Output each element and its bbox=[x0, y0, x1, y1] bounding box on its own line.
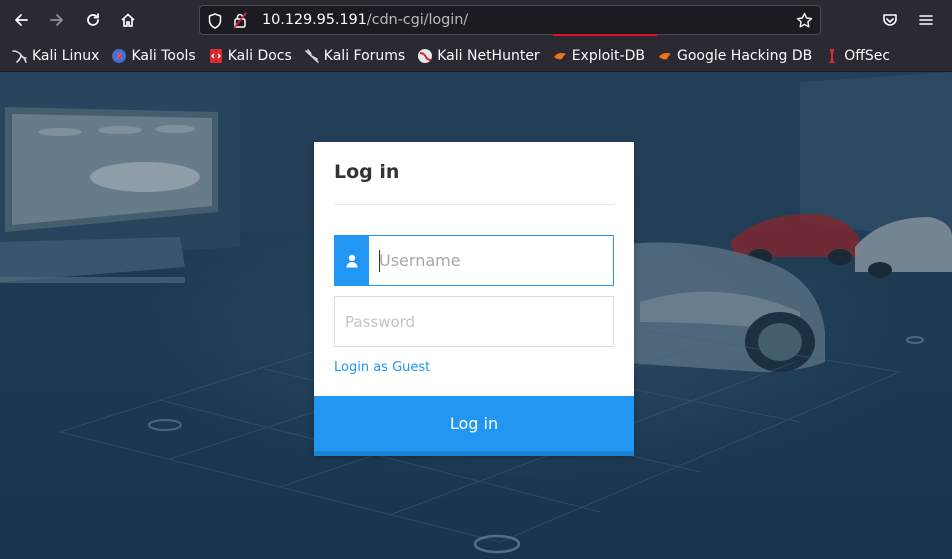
bookmark-exploit-db[interactable]: Exploit-DB bbox=[548, 44, 649, 68]
text-cursor bbox=[379, 250, 380, 272]
bookmark-kali-linux[interactable]: Kali Linux bbox=[8, 44, 103, 68]
url-bar[interactable]: 10.129.95.191/cdn-cgi/login/ bbox=[199, 5, 821, 36]
bookmark-label: Kali Linux bbox=[32, 47, 100, 64]
bookmark-label: Kali Docs bbox=[227, 47, 292, 64]
back-button[interactable] bbox=[7, 6, 35, 34]
pocket-icon bbox=[883, 14, 897, 26]
exploit-db-icon bbox=[552, 48, 568, 64]
forward-button[interactable] bbox=[43, 6, 71, 34]
arrow-left-icon bbox=[15, 14, 28, 26]
url-host: 10.129.95.191 bbox=[262, 12, 367, 28]
username-field-group bbox=[334, 235, 614, 286]
page-viewport: Log in Login as Guest Log in bbox=[0, 72, 952, 559]
ghdb-icon bbox=[657, 48, 673, 64]
url-path-underline bbox=[553, 34, 657, 36]
login-title: Log in bbox=[334, 161, 400, 183]
url-path: /cdn-cgi/login/ bbox=[366, 12, 469, 28]
hamburger-menu-icon bbox=[919, 15, 933, 25]
login-button[interactable]: Log in bbox=[314, 396, 634, 456]
pocket-button[interactable] bbox=[876, 6, 904, 34]
password-input[interactable] bbox=[334, 296, 614, 347]
kali-forums-icon bbox=[304, 48, 320, 64]
url-text[interactable]: 10.129.95.191/cdn-cgi/login/ bbox=[262, 12, 468, 28]
shield-icon[interactable] bbox=[208, 13, 222, 29]
home-icon bbox=[121, 13, 135, 27]
menu-button[interactable] bbox=[912, 6, 940, 34]
offsec-icon bbox=[824, 48, 840, 64]
bookmark-label: Kali NetHunter bbox=[437, 47, 540, 64]
bookmark-offsec[interactable]: OffSec bbox=[820, 44, 894, 68]
bookmark-kali-forums[interactable]: Kali Forums bbox=[300, 44, 409, 68]
arrow-right-icon bbox=[50, 14, 63, 26]
bookmark-label: Kali Tools bbox=[131, 47, 196, 64]
user-icon bbox=[346, 254, 358, 267]
login-card: Log in Login as Guest Log in bbox=[314, 142, 634, 456]
bookmark-kali-docs[interactable]: Kali Docs bbox=[204, 44, 296, 68]
title-divider bbox=[334, 204, 614, 205]
reload-icon bbox=[87, 13, 99, 26]
kali-tools-icon bbox=[111, 48, 127, 64]
kali-docs-icon bbox=[208, 48, 224, 64]
username-input[interactable] bbox=[369, 236, 613, 285]
home-button[interactable] bbox=[114, 6, 142, 34]
bookmark-label: Exploit-DB bbox=[571, 47, 645, 64]
bookmark-label: Google Hacking DB bbox=[676, 47, 813, 64]
bookmarks-toolbar: Kali Linux Kali Tools Kali Docs Kali For… bbox=[0, 40, 952, 72]
login-as-guest-link[interactable]: Login as Guest bbox=[334, 360, 430, 375]
star-icon[interactable] bbox=[796, 12, 813, 29]
bookmark-label: Kali Forums bbox=[323, 47, 406, 64]
bookmark-kali-tools[interactable]: Kali Tools bbox=[107, 44, 199, 68]
insecure-lock-icon[interactable] bbox=[233, 12, 247, 29]
nethunter-icon bbox=[417, 48, 433, 64]
browser-toolbar: 10.129.95.191/cdn-cgi/login/ bbox=[0, 0, 952, 40]
bookmark-google-hacking-db[interactable]: Google Hacking DB bbox=[653, 44, 816, 68]
user-addon bbox=[335, 236, 369, 285]
bookmark-kali-nethunter[interactable]: Kali NetHunter bbox=[413, 44, 543, 68]
reload-button[interactable] bbox=[79, 6, 107, 34]
kali-dragon-icon bbox=[12, 48, 28, 64]
bookmark-label: OffSec bbox=[844, 47, 891, 64]
